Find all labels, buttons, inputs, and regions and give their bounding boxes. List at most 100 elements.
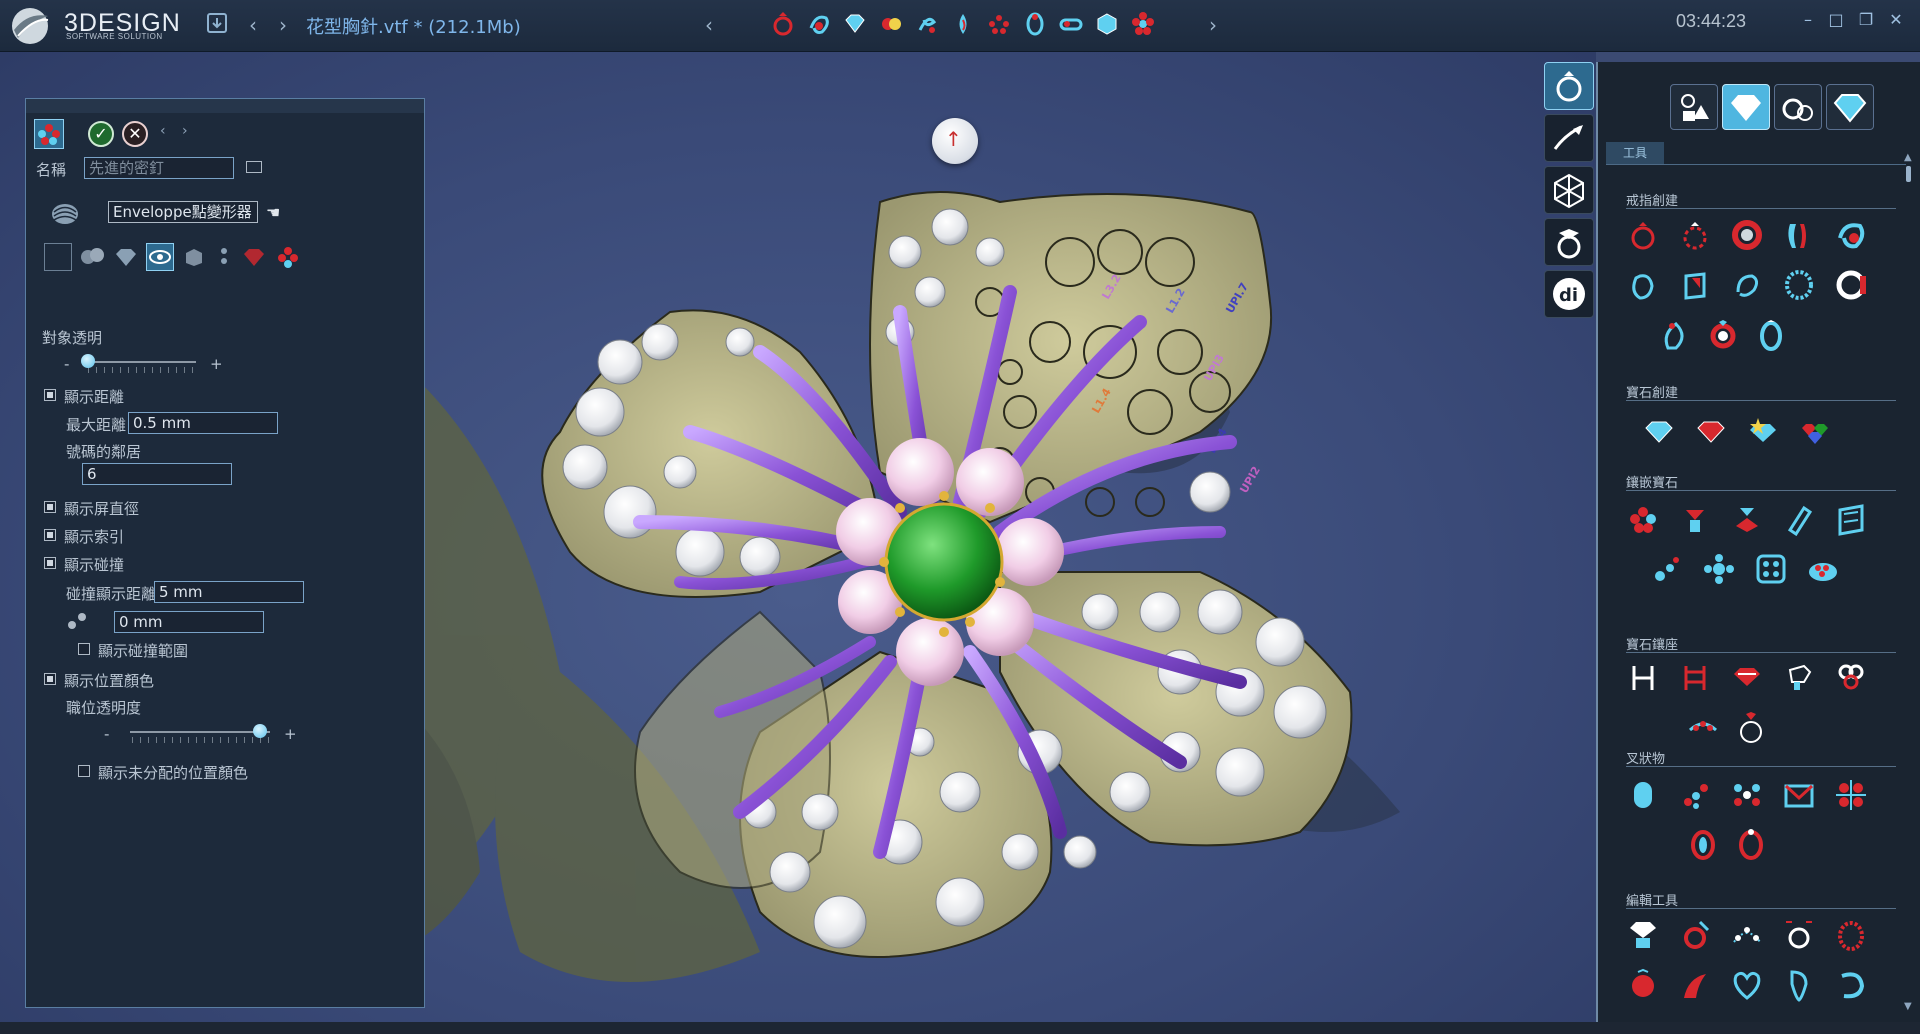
- scroll-down-icon[interactable]: ▼: [1904, 1001, 1912, 1012]
- next-arrow-icon[interactable]: ›: [182, 123, 188, 139]
- ring-tab[interactable]: [1774, 84, 1822, 130]
- position-transparency-slider[interactable]: [253, 724, 268, 738]
- flower-icon[interactable]: [1130, 10, 1156, 38]
- scroll-up-icon[interactable]: ▲: [1904, 152, 1912, 163]
- restore-button[interactable]: ❐: [1856, 10, 1876, 32]
- setting-mode-button[interactable]: [1544, 218, 1594, 266]
- bezel-setting-icon[interactable]: [1730, 502, 1764, 536]
- ring-icon[interactable]: [770, 10, 796, 38]
- envelope-deformer-icon[interactable]: [50, 199, 80, 229]
- name-input[interactable]: 先進的密釘: [84, 157, 234, 179]
- collision-distance-input[interactable]: 5 mm: [154, 581, 304, 603]
- prong-frame-icon[interactable]: [1782, 778, 1816, 812]
- band-icon[interactable]: [1022, 10, 1048, 38]
- gem-tab[interactable]: [1722, 84, 1770, 130]
- solitaire-head-icon[interactable]: [1734, 710, 1768, 744]
- eye-icon[interactable]: [146, 243, 174, 271]
- open-ring-icon[interactable]: [1730, 268, 1764, 302]
- oval-ring-icon[interactable]: [1754, 318, 1788, 352]
- signet-ring-icon[interactable]: [1678, 268, 1712, 302]
- edit-ring-icon[interactable]: [1678, 918, 1712, 952]
- spheres-icon[interactable]: [78, 243, 106, 271]
- scroll-thumb[interactable]: [1906, 166, 1911, 182]
- flower-cluster-icon[interactable]: [1702, 552, 1736, 586]
- cup-head-icon[interactable]: [1782, 660, 1816, 694]
- drop-icon[interactable]: [950, 10, 976, 38]
- link-icon[interactable]: [1058, 10, 1084, 38]
- shapes-tab[interactable]: [1670, 84, 1718, 130]
- edit-channel-icon[interactable]: [1834, 918, 1868, 952]
- prong-grid-icon[interactable]: [1834, 778, 1868, 812]
- edit-gem-icon[interactable]: [1626, 918, 1660, 952]
- channel-ring-icon[interactable]: [1834, 268, 1868, 302]
- confirm-button[interactable]: ✓: [88, 121, 114, 147]
- channel-setting-icon[interactable]: [1782, 502, 1816, 537]
- edit-heart-icon[interactable]: [1730, 968, 1764, 1002]
- view-orientation-button[interactable]: ↑: [932, 118, 978, 164]
- twist-ring-icon[interactable]: [1834, 218, 1868, 252]
- list-view-icon[interactable]: [44, 243, 72, 271]
- minimize-button[interactable]: –: [1798, 10, 1818, 32]
- grid-pave-icon[interactable]: [1754, 552, 1788, 586]
- maximize-button[interactable]: □: [1826, 10, 1846, 32]
- pave-row-icon[interactable]: [1686, 710, 1720, 744]
- round-gem-icon[interactable]: [1642, 414, 1676, 448]
- keyboard-icon[interactable]: [246, 161, 262, 173]
- object-transparency-slider[interactable]: [81, 354, 96, 368]
- solitaire-ring-icon[interactable]: [1678, 218, 1712, 252]
- show-distance-checkbox[interactable]: [44, 389, 56, 401]
- quick-scroll-right-button[interactable]: ›: [1200, 12, 1226, 38]
- prong-oval-icon[interactable]: [1686, 828, 1720, 862]
- ruby-gem-icon[interactable]: [1694, 414, 1728, 448]
- quick-scroll-left-button[interactable]: ‹: [696, 12, 722, 38]
- dots-icon[interactable]: [214, 243, 234, 271]
- neighbor-count-input[interactable]: 6: [82, 463, 232, 485]
- scatter-gems-icon[interactable]: [1650, 552, 1684, 586]
- edit-ball-icon[interactable]: [1626, 968, 1660, 1002]
- basket-head-icon[interactable]: [1678, 660, 1712, 694]
- twist-icon[interactable]: [806, 10, 832, 38]
- deformer-field[interactable]: Enveloppe點變形器: [108, 201, 258, 223]
- edit-curve-icon[interactable]: [1678, 968, 1712, 1002]
- show-collision-range-checkbox[interactable]: [78, 643, 90, 655]
- back-button[interactable]: ‹: [240, 12, 266, 38]
- spiral-icon[interactable]: [914, 10, 940, 38]
- cube-icon[interactable]: [1094, 10, 1120, 38]
- gem-view-icon[interactable]: [112, 243, 140, 271]
- edit-array-icon[interactable]: [1730, 918, 1764, 952]
- edit-solitaire-icon[interactable]: [1782, 918, 1816, 952]
- rail-setting-icon[interactable]: [1834, 502, 1868, 536]
- prong-bead-icon[interactable]: [1626, 778, 1660, 812]
- cluster-icon[interactable]: [986, 10, 1012, 38]
- prong-head-icon[interactable]: [1626, 660, 1660, 694]
- triple-head-icon[interactable]: [1834, 660, 1868, 694]
- gem-icon[interactable]: [842, 10, 868, 38]
- save-icon[interactable]: [204, 12, 230, 38]
- tool-cluster-icon[interactable]: [34, 119, 64, 149]
- forward-button[interactable]: ›: [270, 12, 296, 38]
- prev-arrow-icon[interactable]: ‹: [160, 123, 166, 139]
- star-gem-icon[interactable]: [1746, 414, 1780, 448]
- mesh-mode-button[interactable]: [1544, 166, 1594, 214]
- prong-oval-alt-icon[interactable]: [1734, 828, 1768, 862]
- sketch-mode-button[interactable]: [1544, 114, 1594, 162]
- max-distance-input[interactable]: 0.5 mm: [128, 412, 278, 434]
- drop-ring-icon[interactable]: [1658, 318, 1692, 352]
- show-collision-checkbox[interactable]: [44, 557, 56, 569]
- collision-offset-input[interactable]: 0 mm: [114, 611, 264, 633]
- show-screen-diameter-checkbox[interactable]: [44, 501, 56, 513]
- pave-cluster-icon[interactable]: [1626, 502, 1660, 536]
- shape-view-icon[interactable]: [180, 243, 208, 271]
- tools-scrollbar[interactable]: ▲ ▼: [1904, 152, 1912, 1012]
- di-mode-button[interactable]: di: [1544, 270, 1594, 318]
- bezel-head-icon[interactable]: [1730, 660, 1764, 694]
- eternity-ring-icon[interactable]: [1782, 268, 1816, 302]
- ring-mode-button[interactable]: [1544, 62, 1594, 110]
- gem-setting-icon[interactable]: [240, 243, 268, 271]
- band-ring-icon[interactable]: [1730, 218, 1764, 252]
- profile-ring-icon[interactable]: [1782, 218, 1816, 252]
- show-index-checkbox[interactable]: [44, 529, 56, 541]
- prong-cluster-icon[interactable]: [1678, 778, 1712, 812]
- cancel-button[interactable]: ✕: [122, 121, 148, 147]
- close-button[interactable]: ✕: [1886, 10, 1906, 32]
